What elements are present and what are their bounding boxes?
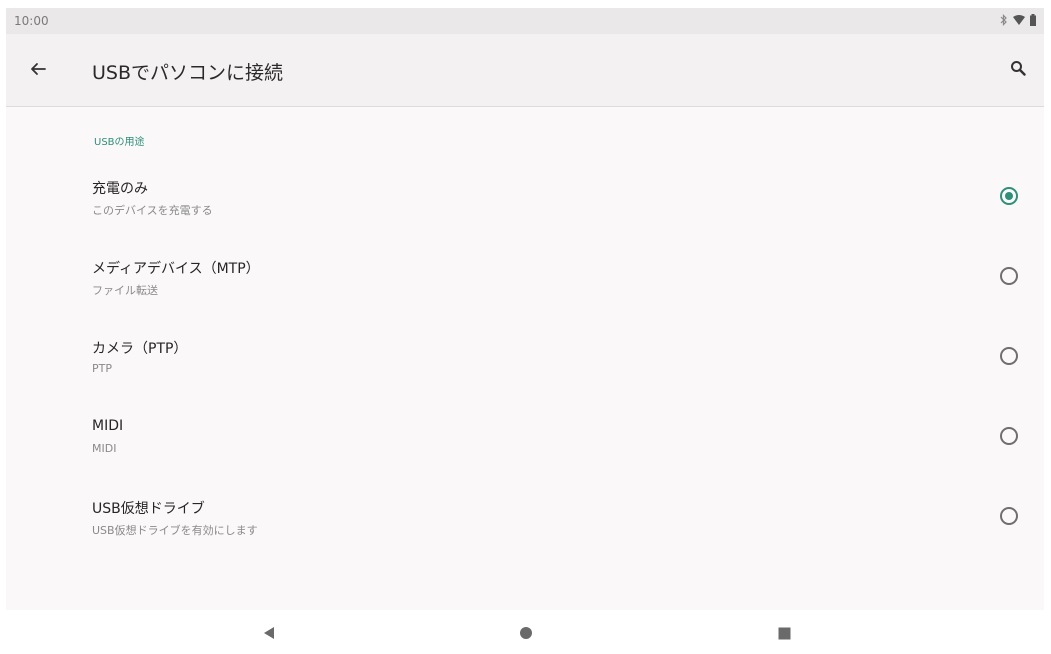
back-triangle-icon xyxy=(263,625,275,644)
back-button[interactable] xyxy=(24,56,52,84)
option-title: 充電のみ xyxy=(92,181,148,197)
toolbar: USBでパソコンに接続 xyxy=(6,34,1044,107)
option-midi[interactable]: MIDI MIDI xyxy=(6,397,1044,477)
option-usb-virtual-drive[interactable]: USB仮想ドライブ USB仮想ドライブを有効にします xyxy=(6,477,1044,557)
radio-button[interactable] xyxy=(1000,347,1018,365)
option-title: カメラ（PTP） xyxy=(92,341,188,357)
status-bar: 10:00 xyxy=(6,8,1044,34)
option-title: MIDI xyxy=(92,418,124,434)
search-button[interactable] xyxy=(1004,56,1032,84)
option-title: メディアデバイス（MTP） xyxy=(92,261,260,277)
option-summary: ファイル転送 xyxy=(92,284,158,297)
wifi-icon xyxy=(1013,14,1025,26)
nav-back-button[interactable] xyxy=(257,622,281,646)
option-ptp[interactable]: カメラ（PTP） PTP xyxy=(6,317,1044,397)
option-summary: MIDI xyxy=(92,442,117,455)
status-time: 10:00 xyxy=(14,14,49,28)
usb-options-list: USBの用途 充電のみ このデバイスを充電する メディアデバイス（MTP） ファ… xyxy=(6,107,1044,610)
option-summary: USB仮想ドライブを有効にします xyxy=(92,524,258,537)
search-icon xyxy=(1010,60,1026,80)
option-title: USB仮想ドライブ xyxy=(92,501,205,517)
option-summary: PTP xyxy=(92,362,112,375)
bluetooth-icon xyxy=(1000,14,1008,26)
recents-square-icon xyxy=(778,625,791,644)
radio-button[interactable] xyxy=(1000,427,1018,445)
home-circle-icon xyxy=(519,625,533,644)
option-charge-only[interactable]: 充電のみ このデバイスを充電する xyxy=(6,157,1044,237)
battery-icon xyxy=(1030,14,1036,26)
arrow-left-icon xyxy=(30,61,46,80)
radio-button-checked[interactable] xyxy=(1000,187,1018,205)
nav-recents-button[interactable] xyxy=(772,622,796,646)
option-summary: このデバイスを充電する xyxy=(92,204,213,217)
settings-screen: 10:00 USBでパソコンに接続 USBの用途 充電のみ このデバイスを充電す… xyxy=(0,0,1051,654)
page-title: USBでパソコンに接続 xyxy=(92,62,284,84)
radio-button[interactable] xyxy=(1000,267,1018,285)
section-header: USBの用途 xyxy=(94,137,145,148)
navigation-bar xyxy=(0,612,1051,654)
nav-home-button[interactable] xyxy=(514,622,538,646)
status-icons xyxy=(1000,14,1036,26)
option-mtp[interactable]: メディアデバイス（MTP） ファイル転送 xyxy=(6,237,1044,317)
radio-button[interactable] xyxy=(1000,507,1018,525)
